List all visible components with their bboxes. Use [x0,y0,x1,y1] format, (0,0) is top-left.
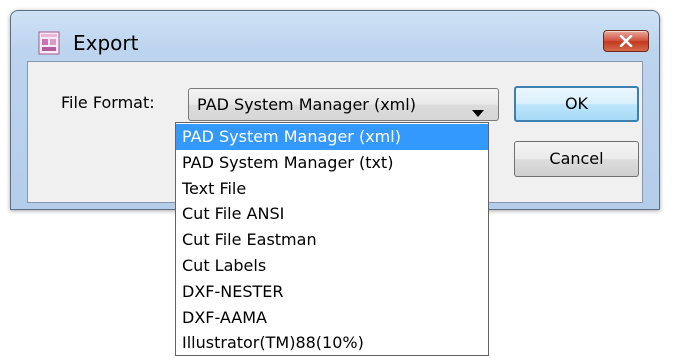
file-format-combobox[interactable]: PAD System Manager (xml) [188,88,499,121]
dropdown-item-dxf-aama[interactable]: DXF-AAMA [176,305,488,331]
dropdown-item-cut-file-eastman[interactable]: Cut File Eastman [176,227,488,253]
cancel-button[interactable]: Cancel [514,141,639,177]
dropdown-item-cut-file-ansi[interactable]: Cut File ANSI [176,201,488,227]
file-format-value: PAD System Manager (xml) [197,95,416,114]
export-app-icon [37,31,63,55]
file-format-dropdown-list[interactable]: PAD System Manager (xml) PAD System Mana… [175,122,489,356]
dropdown-item-illustrator[interactable]: Illustrator(TM)88(10%) [176,330,488,356]
dropdown-item-cut-labels[interactable]: Cut Labels [176,253,488,279]
dropdown-item-pad-xml[interactable]: PAD System Manager (xml) [176,124,488,150]
close-icon [619,35,633,47]
dropdown-item-dxf-nester[interactable]: DXF-NESTER [176,279,488,305]
chevron-down-icon[interactable] [472,102,484,121]
file-format-label: File Format: [61,93,155,112]
ok-button[interactable]: OK [514,86,639,122]
close-button[interactable] [603,30,649,52]
dropdown-item-text-file[interactable]: Text File [176,176,488,202]
dropdown-item-pad-txt[interactable]: PAD System Manager (txt) [176,150,488,176]
window-title: Export [73,31,139,55]
title-bar[interactable]: Export [11,11,659,55]
